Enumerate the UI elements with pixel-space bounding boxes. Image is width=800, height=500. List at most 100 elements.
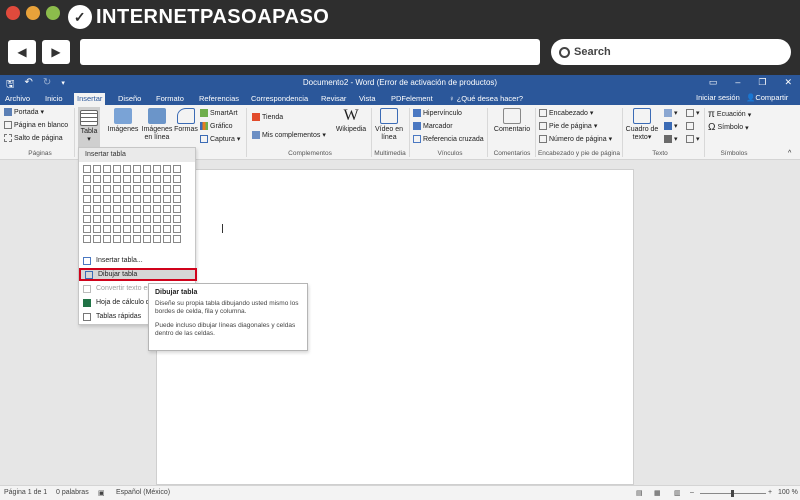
- table-grid-cell[interactable]: [163, 215, 171, 223]
- table-grid-cell[interactable]: [153, 195, 161, 203]
- table-grid-cell[interactable]: [103, 165, 111, 173]
- referencia-cruzada-button[interactable]: Referencia cruzada: [413, 135, 484, 143]
- minimize-icon[interactable]: –: [735, 77, 740, 88]
- table-grid-cell[interactable]: [103, 235, 111, 243]
- table-grid-cell[interactable]: [173, 165, 181, 173]
- print-layout-icon[interactable]: ▦: [654, 489, 661, 497]
- zoom-slider-thumb[interactable]: [731, 490, 734, 497]
- table-grid-cell[interactable]: [93, 205, 101, 213]
- zoom-out-icon[interactable]: –: [690, 489, 694, 496]
- tab-referencias[interactable]: Referencias: [196, 93, 242, 104]
- table-grid-cell[interactable]: [123, 185, 131, 193]
- table-grid-cell[interactable]: [83, 235, 91, 243]
- table-grid-cell[interactable]: [133, 175, 141, 183]
- table-grid-cell[interactable]: [133, 225, 141, 233]
- table-grid-cell[interactable]: [83, 205, 91, 213]
- table-grid-cell[interactable]: [133, 165, 141, 173]
- table-grid-cell[interactable]: [173, 195, 181, 203]
- table-grid-cell[interactable]: [173, 235, 181, 243]
- grafico-button[interactable]: Gráfico: [200, 122, 233, 130]
- table-grid-cell[interactable]: [123, 205, 131, 213]
- word-count[interactable]: 0 palabras: [56, 489, 89, 496]
- table-grid-cell[interactable]: [103, 225, 111, 233]
- table-grid-cell[interactable]: [173, 225, 181, 233]
- table-grid-cell[interactable]: [103, 185, 111, 193]
- comentario-button[interactable]: Comentario: [490, 108, 534, 134]
- table-grid-cell[interactable]: [163, 175, 171, 183]
- table-grid-cell[interactable]: [143, 235, 151, 243]
- imagenes-linea-button[interactable]: Imágenes en línea: [140, 108, 174, 142]
- table-grid-cell[interactable]: [163, 185, 171, 193]
- table-grid-cell[interactable]: [93, 195, 101, 203]
- collapse-ribbon-icon[interactable]: ^: [788, 150, 791, 157]
- table-grid-cell[interactable]: [153, 225, 161, 233]
- table-grid-cell[interactable]: [83, 175, 91, 183]
- pagina-blanco-button[interactable]: Página en blanco: [4, 121, 68, 129]
- tab-revisar[interactable]: Revisar: [318, 93, 349, 104]
- forward-button[interactable]: ▶: [42, 40, 70, 64]
- table-grid-cell[interactable]: [133, 185, 141, 193]
- table-grid-cell[interactable]: [83, 185, 91, 193]
- table-grid-cell[interactable]: [83, 165, 91, 173]
- mis-complementos-button[interactable]: Mis complementos ▾: [252, 131, 326, 139]
- simbolo-button[interactable]: Ω Símbolo ▾: [708, 122, 749, 133]
- table-grid-cell[interactable]: [93, 235, 101, 243]
- table-grid-cell[interactable]: [93, 165, 101, 173]
- pie-pagina-button[interactable]: Pie de página ▾: [539, 122, 597, 130]
- web-layout-icon[interactable]: ▥: [674, 489, 681, 497]
- table-grid-cell[interactable]: [103, 175, 111, 183]
- imagenes-button[interactable]: Imágenes: [107, 108, 139, 134]
- back-button[interactable]: ◀: [8, 40, 36, 64]
- minimize-window-button[interactable]: [26, 6, 40, 20]
- table-grid-cell[interactable]: [163, 205, 171, 213]
- table-grid-cell[interactable]: [123, 235, 131, 243]
- table-grid-cell[interactable]: [143, 195, 151, 203]
- tab-pdfelement[interactable]: PDFelement: [388, 93, 436, 104]
- zoom-in-icon[interactable]: +: [768, 489, 772, 496]
- quick-parts-button[interactable]: ▾: [664, 109, 678, 117]
- ecuacion-button[interactable]: π Ecuación ▾: [708, 109, 751, 120]
- table-grid-cell[interactable]: [113, 215, 121, 223]
- table-grid-cell[interactable]: [113, 185, 121, 193]
- table-grid-cell[interactable]: [173, 215, 181, 223]
- table-grid-cell[interactable]: [103, 195, 111, 203]
- object-button[interactable]: ▾: [686, 135, 700, 143]
- wikipedia-button[interactable]: W Wikipedia: [334, 108, 368, 134]
- table-grid-cell[interactable]: [113, 225, 121, 233]
- table-grid-cell[interactable]: [113, 205, 121, 213]
- address-bar[interactable]: [80, 39, 540, 65]
- table-grid-cell[interactable]: [173, 205, 181, 213]
- zoom-level[interactable]: 100 %: [778, 489, 798, 496]
- table-grid-cell[interactable]: [93, 225, 101, 233]
- menu-insertar-tabla[interactable]: Insertar tabla...: [79, 254, 197, 267]
- table-grid-cell[interactable]: [153, 215, 161, 223]
- table-grid-cell[interactable]: [133, 235, 141, 243]
- portada-button[interactable]: Portada ▾: [4, 108, 44, 116]
- table-grid-cell[interactable]: [173, 175, 181, 183]
- table-grid-cell[interactable]: [113, 175, 121, 183]
- table-size-grid[interactable]: [83, 165, 182, 243]
- table-grid-cell[interactable]: [143, 185, 151, 193]
- marcador-button[interactable]: Marcador: [413, 122, 453, 130]
- table-grid-cell[interactable]: [93, 215, 101, 223]
- table-grid-cell[interactable]: [163, 195, 171, 203]
- table-grid-cell[interactable]: [93, 175, 101, 183]
- table-grid-cell[interactable]: [143, 205, 151, 213]
- menu-dibujar-tabla[interactable]: Dibujar tabla: [79, 268, 197, 281]
- table-grid-cell[interactable]: [113, 195, 121, 203]
- table-grid-cell[interactable]: [143, 225, 151, 233]
- video-button[interactable]: Vídeo en línea: [374, 108, 404, 142]
- table-grid-cell[interactable]: [153, 165, 161, 173]
- close-icon[interactable]: ✕: [784, 77, 792, 88]
- restore-icon[interactable]: ❐: [758, 77, 766, 88]
- date-time-button[interactable]: [686, 122, 694, 130]
- table-grid-cell[interactable]: [133, 215, 141, 223]
- encabezado-button[interactable]: Encabezado ▾: [539, 109, 593, 117]
- table-grid-cell[interactable]: [103, 215, 111, 223]
- salto-pagina-button[interactable]: Salto de página: [4, 134, 63, 142]
- close-window-button[interactable]: [6, 6, 20, 20]
- search-bar[interactable]: Search: [551, 39, 791, 65]
- tienda-button[interactable]: Tienda: [252, 113, 283, 121]
- tab-inicio[interactable]: Inicio: [42, 93, 66, 104]
- table-grid-cell[interactable]: [153, 175, 161, 183]
